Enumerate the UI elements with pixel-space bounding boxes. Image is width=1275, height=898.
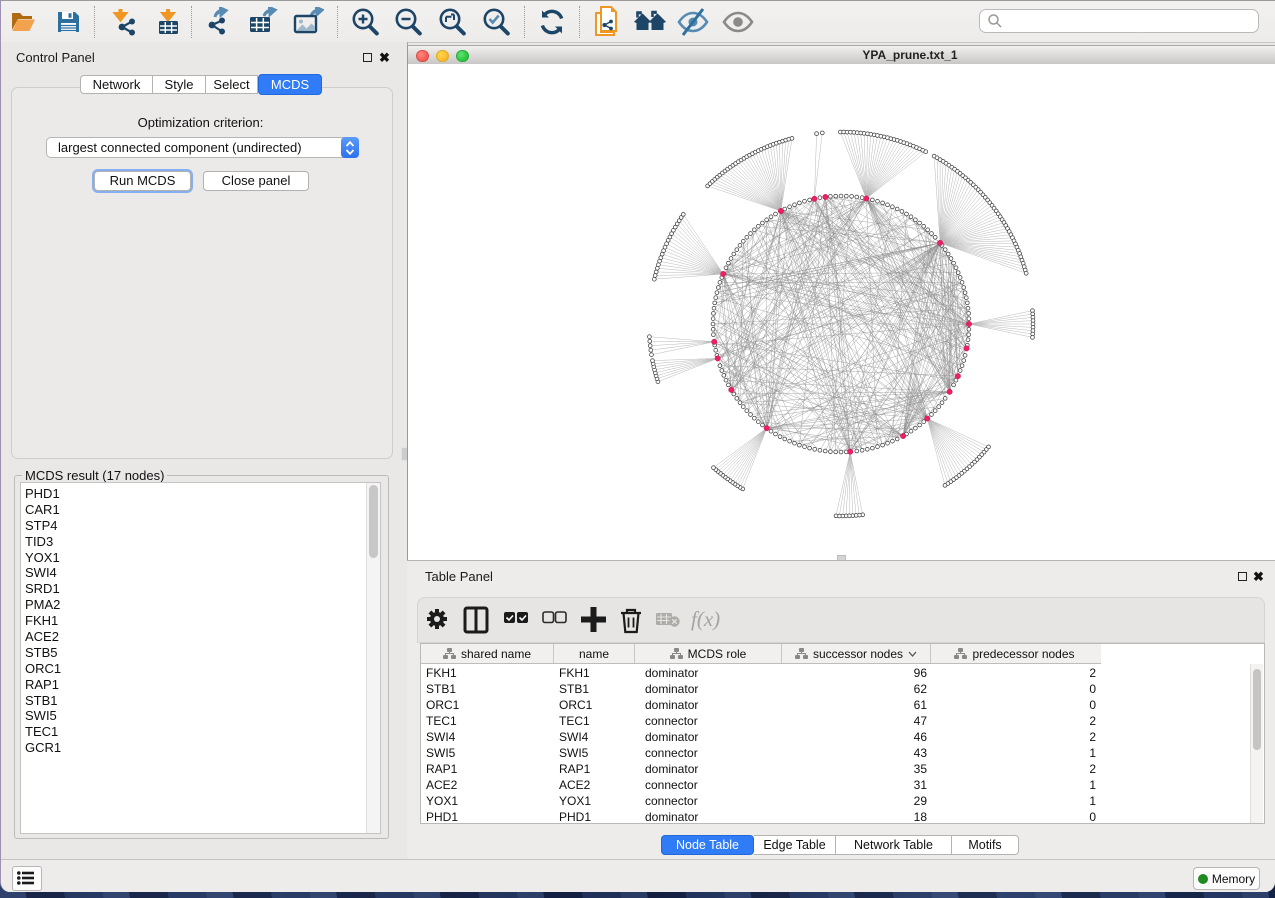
svg-text:f(x): f(x) (691, 607, 720, 631)
